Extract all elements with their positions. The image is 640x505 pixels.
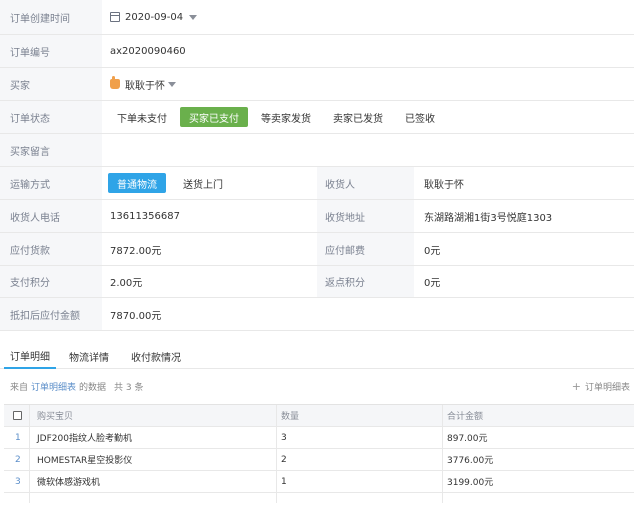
row-quantity: 3 [281, 432, 287, 443]
rebate-value: 0元 [424, 278, 441, 289]
address-value: 东湖路湖湘1街3号悦庭1303 [424, 212, 553, 224]
add-detail-label: 订单明细表 [584, 382, 630, 393]
created-time-value: 2020-09-04 [125, 11, 184, 23]
order-detail-table: 购买宝贝 数量 合计金额 1 JDF200指纹人脸考勤机 3 897.00元 2… [4, 404, 634, 503]
order-number-label: 订单编号 [0, 35, 102, 67]
status-option-paid[interactable]: 买家已支付 [180, 107, 248, 127]
address-label: 收货地址 [317, 200, 414, 232]
created-time-picker[interactable]: 2020-09-04 [110, 0, 198, 34]
row-item-name: JDF200指纹人脸考勤机 [37, 434, 132, 444]
row-order-number: 订单编号 ax2020090460 [0, 35, 634, 68]
row-phone: 收货人电话 13611356687 收货地址 东湖路湖湘1街3号悦庭1303 [0, 200, 634, 233]
chevron-down-icon [168, 81, 176, 87]
checkbox-icon [13, 411, 22, 420]
table-row[interactable]: 2 HOMESTAR星空投影仪 2 3776.00元 [4, 449, 634, 471]
phone-label: 收货人电话 [0, 200, 102, 232]
row-total: 897.00元 [447, 434, 488, 444]
final-amount-label: 抵扣后应付金额 [0, 298, 102, 330]
postage-value: 0元 [424, 245, 441, 257]
status-option-unpaid[interactable]: 下单未支付 [108, 107, 176, 127]
record-count: 共 3 条 [114, 382, 144, 393]
row-buyer: 买家 耿耿于怀 [0, 68, 634, 101]
tab-logistics[interactable]: 物流详情 [69, 343, 109, 369]
postage-label: 应付邮费 [317, 233, 414, 265]
row-item-name: HOMESTAR星空投影仪 [37, 456, 133, 466]
goods-payment-value: 7872.00元 [110, 245, 162, 257]
row-index: 2 [15, 454, 21, 465]
buyer-select[interactable]: 耿耿于怀 [110, 68, 176, 100]
status-options: 下单未支付 买家已支付 等卖家发货 卖家已发货 已签收 [108, 101, 448, 133]
rebate-label: 返点积分 [317, 266, 414, 297]
shipping-option-delivery[interactable]: 送货上门 [174, 173, 232, 193]
shipping-options: 普通物流 送货上门 [108, 167, 240, 199]
row-item-name: 微软体感游戏机 [37, 478, 101, 488]
calendar-icon [110, 12, 120, 22]
status-option-received[interactable]: 已签收 [396, 107, 444, 127]
row-quantity: 2 [281, 454, 287, 465]
row-index: 3 [15, 476, 21, 487]
column-header-item[interactable]: 购买宝贝 [37, 405, 73, 426]
status-option-shipped[interactable]: 卖家已发货 [324, 107, 392, 127]
buyer-label: 买家 [0, 68, 102, 100]
source-suffix: 的数据 [79, 382, 107, 393]
row-total: 3776.00元 [447, 456, 494, 466]
buyer-value: 耿耿于怀 [125, 80, 165, 92]
source-prefix: 来自 [10, 382, 29, 393]
row-points: 支付积分 2.00元 返点积分 0元 [0, 266, 634, 298]
order-status-label: 订单状态 [0, 101, 102, 133]
row-shipping: 运输方式 普通物流 送货上门 收货人 耿耿于怀 [0, 167, 634, 200]
order-number-value: ax2020090460 [110, 45, 186, 57]
select-all-checkbox[interactable] [13, 405, 22, 426]
table-source-bar: 来自 订单明细表 的数据 共 3 条 + 订单明细表 [0, 375, 634, 397]
shipping-label: 运输方式 [0, 167, 102, 199]
add-detail-button[interactable]: + 订单明细表 [572, 375, 630, 397]
row-order-status: 订单状态 下单未支付 买家已支付 等卖家发货 卖家已发货 已签收 [0, 101, 634, 134]
points-label: 支付积分 [0, 266, 102, 297]
row-index: 1 [15, 432, 21, 443]
created-time-label: 订单创建时间 [0, 0, 102, 34]
final-amount-value: 7870.00元 [110, 310, 162, 322]
row-total: 3199.00元 [447, 478, 494, 488]
phone-value: 13611356687 [110, 210, 180, 222]
tab-payments[interactable]: 收付款情况 [131, 343, 181, 369]
shipping-option-normal[interactable]: 普通物流 [108, 173, 166, 193]
status-option-awaiting-shipment[interactable]: 等卖家发货 [252, 107, 320, 127]
detail-tabs: 订单明细 物流详情 收付款情况 [0, 343, 634, 369]
row-buyer-message: 买家留言 [0, 134, 634, 167]
row-goods-payment: 应付货款 7872.00元 应付邮费 0元 [0, 233, 634, 266]
user-icon [110, 76, 120, 89]
row-quantity: 1 [281, 476, 287, 487]
table-row[interactable]: 3 微软体感游戏机 1 3199.00元 [4, 471, 634, 493]
points-value: 2.00元 [110, 278, 143, 289]
row-final-amount: 抵扣后应付金额 7870.00元 [0, 298, 634, 331]
column-header-quantity[interactable]: 数量 [281, 405, 299, 426]
receiver-value: 耿耿于怀 [424, 179, 464, 191]
row-created-time: 订单创建时间 2020-09-04 [0, 0, 634, 35]
table-row[interactable]: 1 JDF200指纹人脸考勤机 3 897.00元 [4, 427, 634, 449]
receiver-label: 收货人 [317, 167, 414, 199]
plus-icon: + [571, 379, 581, 393]
goods-payment-label: 应付货款 [0, 233, 102, 265]
source-table-link[interactable]: 订单明细表 [31, 380, 76, 393]
table-header-row: 购买宝贝 数量 合计金额 [4, 405, 634, 427]
table-empty-row [4, 493, 634, 503]
buyer-message-label: 买家留言 [0, 134, 102, 166]
tab-order-detail[interactable]: 订单明细 [4, 343, 56, 369]
chevron-down-icon [189, 14, 198, 20]
column-header-total[interactable]: 合计金额 [447, 405, 483, 426]
